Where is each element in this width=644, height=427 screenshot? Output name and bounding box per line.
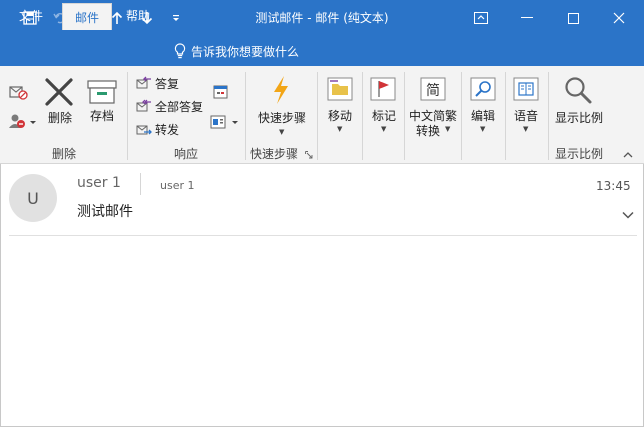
group-divider bbox=[245, 72, 246, 160]
lightbulb-icon bbox=[174, 43, 186, 59]
forward-button[interactable]: 转发 bbox=[136, 119, 179, 139]
tag-dropdown-icon[interactable]: ▼ bbox=[381, 125, 386, 133]
meeting-icon[interactable] bbox=[211, 82, 231, 102]
quicksteps-button-label[interactable]: 快速步骤 bbox=[252, 109, 312, 126]
zoom-group-label: 显示比例 bbox=[554, 147, 603, 161]
edit-button-label[interactable]: 编辑 bbox=[465, 107, 501, 124]
language-dropdown-icon[interactable]: ▼ bbox=[523, 125, 528, 133]
group-divider bbox=[461, 72, 462, 160]
message-subject: 测试邮件 bbox=[77, 204, 133, 220]
header-divider bbox=[140, 173, 141, 195]
move-button-label[interactable]: 移动 bbox=[322, 107, 358, 124]
delete-button-label[interactable]: 删除 bbox=[44, 109, 76, 126]
edit-dropdown-icon[interactable]: ▼ bbox=[480, 125, 485, 133]
delete-group-label: 删除 bbox=[51, 147, 76, 161]
respond-group-label: 响应 bbox=[173, 147, 198, 161]
header-separator bbox=[9, 235, 637, 236]
tab-help[interactable]: 帮助 bbox=[114, 2, 162, 30]
maximize-icon[interactable] bbox=[550, 0, 596, 36]
forward-label: 转发 bbox=[155, 122, 180, 137]
move-folder-icon[interactable] bbox=[325, 75, 355, 103]
tab-file[interactable]: 文件 bbox=[6, 2, 56, 30]
group-divider bbox=[362, 72, 363, 160]
reply-icon bbox=[136, 76, 151, 89]
lightning-icon[interactable] bbox=[268, 74, 294, 106]
chinese-conversion-label-2[interactable]: 转换 bbox=[408, 122, 448, 139]
more-respond-icon[interactable] bbox=[209, 112, 241, 132]
move-dropdown-icon[interactable]: ▼ bbox=[337, 125, 342, 133]
group-divider bbox=[317, 72, 318, 160]
recipient-name[interactable]: user 1 bbox=[160, 179, 195, 192]
language-button-label[interactable]: 语音 bbox=[508, 107, 544, 124]
search-icon[interactable] bbox=[468, 75, 498, 103]
reply-all-icon bbox=[136, 99, 151, 112]
group-divider bbox=[548, 72, 549, 160]
chevron-down-icon[interactable] bbox=[619, 206, 637, 224]
archive-button-label[interactable]: 存档 bbox=[90, 109, 114, 124]
group-divider bbox=[505, 72, 506, 160]
dialog-launcher-icon[interactable] bbox=[304, 150, 314, 160]
quicksteps-group-label: 快速步骤 bbox=[249, 147, 298, 161]
ribbon-tab-bar bbox=[0, 36, 644, 66]
sender-name[interactable]: user 1 bbox=[77, 175, 121, 191]
minimize-icon[interactable] bbox=[504, 0, 550, 36]
read-aloud-icon[interactable] bbox=[511, 75, 541, 103]
flag-icon[interactable] bbox=[368, 75, 398, 103]
tag-button-label[interactable]: 标记 bbox=[366, 107, 402, 124]
avatar[interactable]: U bbox=[9, 174, 57, 222]
ignore-icon[interactable] bbox=[6, 80, 30, 102]
chinese-conversion-dropdown-icon[interactable]: ▼ bbox=[445, 125, 450, 133]
junk-icon[interactable] bbox=[6, 110, 38, 132]
group-divider bbox=[127, 72, 128, 160]
message-time: 13:45 bbox=[596, 179, 631, 193]
tab-message[interactable]: 邮件 bbox=[62, 3, 112, 30]
quicksteps-dropdown-icon[interactable]: ▼ bbox=[279, 128, 284, 136]
tell-me-box[interactable]: 告诉我你想要做什么 bbox=[174, 36, 299, 66]
forward-icon bbox=[136, 125, 152, 135]
ribbon-display-options-icon[interactable] bbox=[458, 0, 504, 36]
close-icon[interactable] bbox=[596, 0, 642, 36]
reply-label: 答复 bbox=[155, 76, 180, 91]
archive-icon[interactable] bbox=[86, 78, 118, 106]
chinese-conversion-glyph: 简 bbox=[426, 83, 440, 99]
reply-all-button[interactable]: 全部答复 bbox=[136, 96, 203, 116]
collapse-ribbon-icon[interactable] bbox=[621, 148, 635, 160]
zoom-button-label[interactable]: 显示比例 bbox=[552, 109, 606, 126]
zoom-icon[interactable] bbox=[562, 74, 594, 106]
tell-me-label: 告诉我你想要做什么 bbox=[191, 44, 300, 59]
reply-button[interactable]: 答复 bbox=[136, 73, 179, 93]
customize-icon[interactable] bbox=[162, 0, 190, 36]
delete-icon[interactable] bbox=[42, 76, 76, 108]
reply-all-label: 全部答复 bbox=[155, 99, 204, 114]
group-divider bbox=[404, 72, 405, 160]
